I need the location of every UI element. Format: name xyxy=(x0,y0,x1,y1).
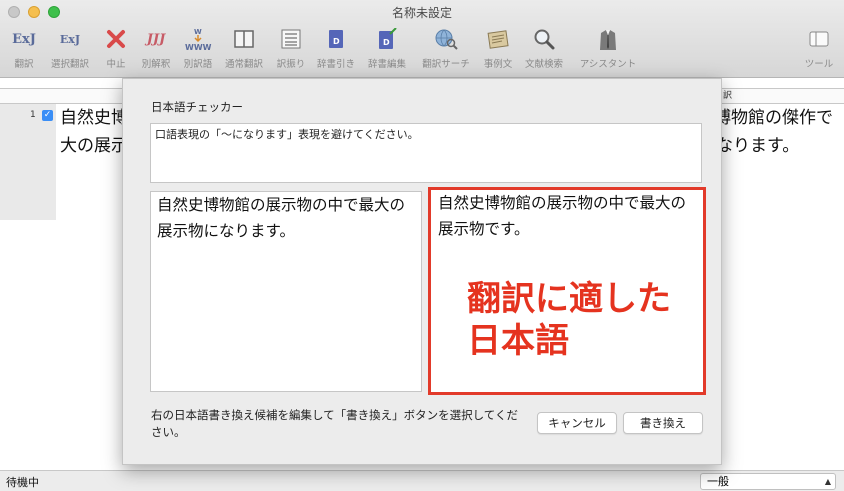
app-window: 名称未設定 ExJ 翻訳 ExJ 選択翻訳 中止 JJJ 別解釈 W WWW 別… xyxy=(0,0,844,491)
status-text: 待機中 xyxy=(6,476,39,489)
globe-search-icon xyxy=(434,26,458,52)
source-text-cell[interactable]: 自然史博 大の展示 xyxy=(56,104,126,220)
alternative-word-button[interactable]: W WWW 別訳語 xyxy=(180,26,216,72)
window-title: 名称未設定 xyxy=(391,6,452,20)
svg-text:D: D xyxy=(333,37,340,46)
magnifier-icon xyxy=(533,26,555,52)
assistant-button[interactable]: アシスタント xyxy=(576,26,640,72)
normal-translate-button[interactable]: 通常翻訳 xyxy=(222,26,266,72)
svg-text:WWW: WWW xyxy=(185,43,212,52)
columns-icon xyxy=(234,26,254,52)
instruction-note: 右の日本語書き換え候補を編集して「書き換え」ボタンを選択してください。 xyxy=(151,408,518,439)
annotation-overlay: 翻訳に適した 日本語 xyxy=(467,279,671,361)
selection-translate-button[interactable]: ExJ 選択翻訳 xyxy=(46,26,94,72)
translate-button[interactable]: ExJ 翻訳 xyxy=(8,26,40,72)
suggested-text-editor[interactable]: 自然史博物館の展示物の中で最大の展示物です。 翻訳に適した 日本語 xyxy=(428,187,706,395)
ruby-translation-button[interactable]: 訳振り xyxy=(274,26,308,72)
dialog-title: 日本語チェッカー xyxy=(151,100,243,114)
target-text-cell[interactable]: 博物館の傑作で なります。 xyxy=(702,104,844,220)
suit-icon xyxy=(597,26,619,52)
dictionary-edit-button[interactable]: D 辞書編集 xyxy=(364,26,410,72)
svg-text:D: D xyxy=(383,38,390,47)
mode-select[interactable]: 一般 ▲▼ xyxy=(700,473,836,490)
tools-button[interactable]: ツール xyxy=(800,26,838,72)
dictionary-edit-icon: D xyxy=(377,26,397,52)
svg-text:W: W xyxy=(194,28,202,36)
checker-message: 口語表現の「〜になります」表現を避けてください。 xyxy=(150,123,702,183)
suggested-text[interactable]: 自然史博物館の展示物の中で最大の展示物です。 xyxy=(438,190,696,242)
alternative-word-icon: W WWW xyxy=(183,26,213,52)
updown-arrows-icon: ▲▼ xyxy=(824,477,831,486)
original-text-pane: 自然史博物館の展示物の中で最大の展示物になります。 xyxy=(150,191,422,392)
toolbar: ExJ 翻訳 ExJ 選択翻訳 中止 JJJ 別解釈 W WWW 別訳語 通常翻… xyxy=(0,26,844,76)
row-number: 1 xyxy=(30,110,36,120)
dictionary-lookup-button[interactable]: D 辞書引き xyxy=(314,26,358,72)
example-sentences-button[interactable]: 事例文 xyxy=(480,26,516,72)
alternative-interpretation-icon: JJJ xyxy=(146,31,166,47)
notes-icon xyxy=(486,26,510,52)
cancel-button[interactable]: キャンセル xyxy=(537,412,617,434)
alternative-interpretation-button[interactable]: JJJ 別解釈 xyxy=(138,26,174,72)
lines-icon xyxy=(281,26,301,52)
stop-button[interactable]: 中止 xyxy=(102,26,130,72)
stop-x-icon xyxy=(106,26,126,52)
status-bar: 待機中 一般 ▲▼ xyxy=(0,470,844,491)
selection-translate-icon: ExJ xyxy=(59,32,81,46)
translate-icon: ExJ xyxy=(12,31,36,47)
japanese-checker-dialog: 日本語チェッカー 口語表現の「〜になります」表現を避けてください。 自然史博物館… xyxy=(122,78,722,465)
dictionary-icon: D xyxy=(328,26,344,52)
translation-search-button[interactable]: 翻訳サーチ xyxy=(418,26,474,72)
title-toolbar-area: 名称未設定 ExJ 翻訳 ExJ 選択翻訳 中止 JJJ 別解釈 W WWW 別… xyxy=(0,0,844,78)
sidebar-toggle-icon xyxy=(809,26,829,52)
document-search-button[interactable]: 文献検索 xyxy=(520,26,568,72)
row-checkbox[interactable]: ✓ xyxy=(42,110,53,121)
replace-button[interactable]: 書き換え xyxy=(623,412,703,434)
